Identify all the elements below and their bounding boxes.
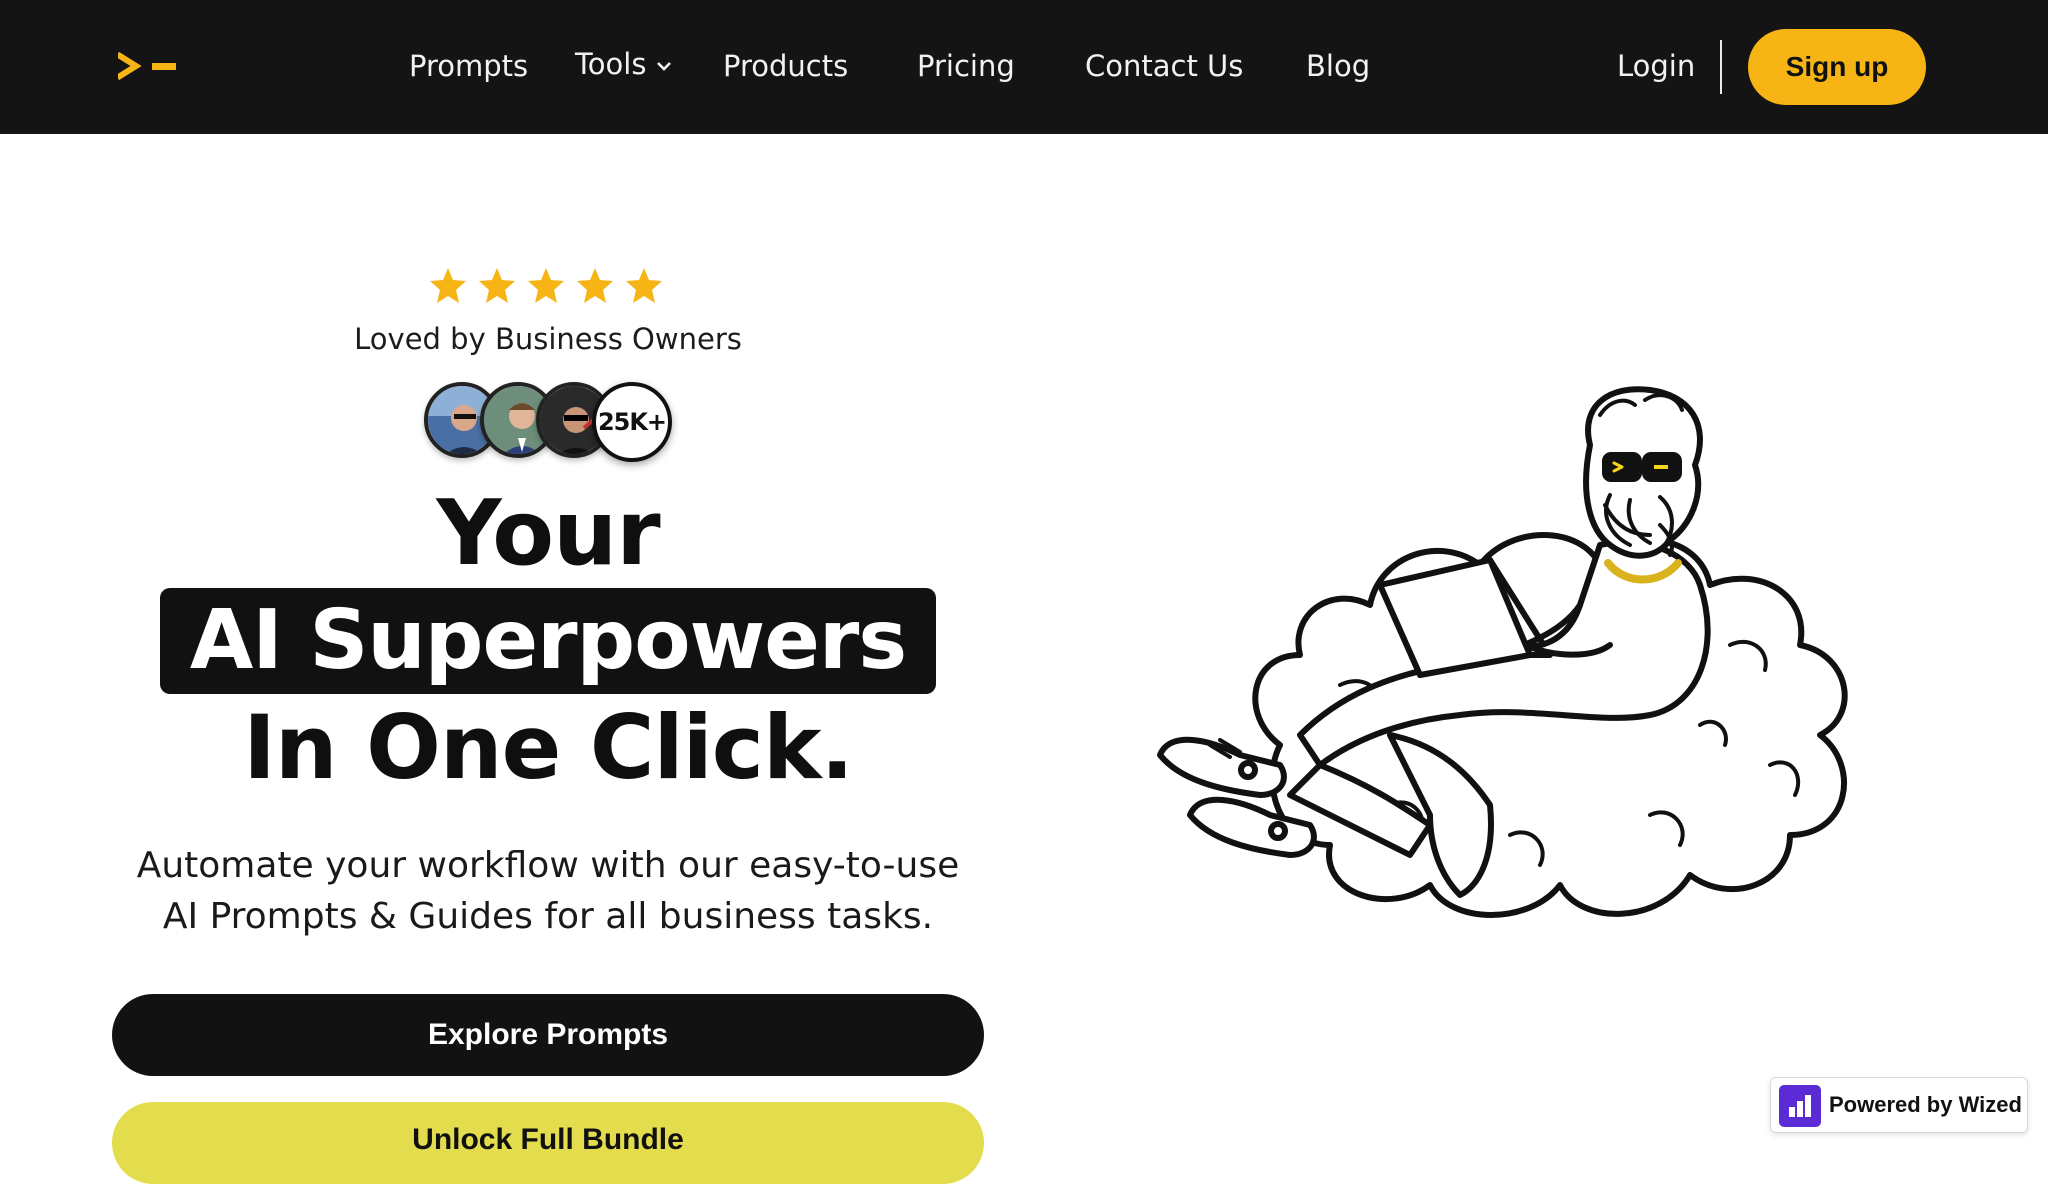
hero-subtitle: Automate your workflow with our easy-to-… [100,840,996,942]
terminal-prompt-logo-icon[interactable] [118,52,178,82]
rating-stars [430,268,662,303]
nav-prompts[interactable]: Prompts [409,46,528,86]
hero-illustration [1157,386,1848,918]
headline-line-2: AI Superpowers [189,593,907,688]
sneaker-1 [1157,736,1287,798]
wized-badge-text: Powered by Wized [1829,1092,2022,1117]
nav-tools-label: Tools [575,47,647,81]
powered-by-wized-badge[interactable]: Powered by Wized [1770,1077,2028,1133]
chevron-down-icon [657,62,672,71]
nav-contact-us[interactable]: Contact Us [1085,46,1243,86]
nav-products[interactable]: Products [723,46,848,86]
headline-line-3: In One Click. [243,696,854,799]
hero-subtitle-line-2: AI Prompts & Guides for all business tas… [162,896,934,937]
nav-tools[interactable]: Tools [575,44,672,84]
star-icon [479,268,515,303]
unlock-bundle-button[interactable]: Unlock Full Bundle [112,1102,984,1184]
nav-pricing[interactable]: Pricing [917,46,1015,86]
hero-subtitle-line-1: Automate your workflow with our easy-to-… [136,845,960,886]
headline-line-1: Your [436,481,660,586]
star-icon [430,268,466,303]
explore-prompts-button[interactable]: Explore Prompts [112,994,984,1076]
user-count-badge: 25K+ [592,382,672,462]
star-icon [626,268,662,303]
nav-blog[interactable]: Blog [1306,46,1370,86]
nav-divider [1720,40,1722,94]
signup-button[interactable]: Sign up [1748,29,1926,105]
top-navbar: Prompts Tools Products Pricing Contact U… [0,0,2048,134]
star-icon [528,268,564,303]
social-proof-tagline: Loved by Business Owners [354,322,742,356]
avatar-stack: 25K+ [424,382,674,466]
wized-logo-icon [1779,1085,1821,1127]
login-link[interactable]: Login [1617,46,1695,86]
star-icon [577,268,613,303]
